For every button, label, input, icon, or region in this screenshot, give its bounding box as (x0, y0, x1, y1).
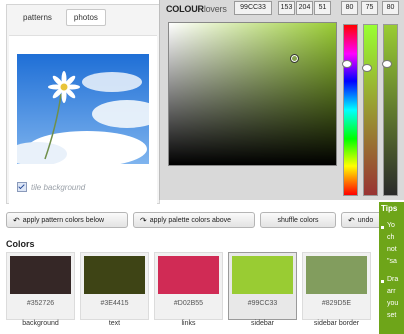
tip-line: not (387, 246, 397, 253)
tip-line: you (387, 300, 399, 307)
swatch-label: sidebar (251, 320, 274, 327)
tile-background-label: tile background (31, 182, 86, 192)
tip-line: ch (387, 234, 395, 241)
tip-line: arr (387, 288, 396, 295)
bullet-icon (381, 226, 384, 229)
swatch-hex: #3E4415 (100, 300, 129, 307)
swatch-hex: #829D5E (321, 300, 352, 307)
tab-bar: patterns photos (15, 9, 106, 26)
tip-line: Yo (387, 222, 395, 229)
swatch-labels: background text links sidebar sidebar bo… (6, 320, 371, 327)
swatch-hex: #99CC33 (247, 300, 278, 307)
action-buttons: ↶ apply pattern colors below ↷ apply pal… (6, 212, 385, 228)
saturation-value-square[interactable] (168, 22, 337, 166)
background-panel: patterns photos tile background (6, 4, 160, 206)
swatch-label: text (108, 320, 121, 327)
tips-title: Tips (381, 204, 398, 213)
swatch-sidebar-border[interactable]: #829D5E (302, 252, 371, 320)
tile-background-checkbox[interactable] (17, 182, 27, 192)
swatch-label: background (22, 320, 59, 327)
saturation-slider-handle[interactable] (362, 64, 372, 72)
swatch-sidebar[interactable]: #99CC33 (228, 252, 297, 320)
tab-photos[interactable]: photos (65, 9, 106, 26)
tip-line: Dra (387, 276, 399, 283)
tip-line: "sa (387, 258, 397, 265)
swatch-links[interactable]: #D02B55 (154, 252, 223, 320)
swatch-color (158, 256, 219, 294)
hue-slider[interactable] (343, 24, 358, 196)
saturation-field[interactable]: 75 (361, 1, 378, 15)
curved-arrow-icon: ↷ (140, 215, 147, 225)
swatch-hex: #D02B55 (173, 300, 204, 307)
colourlovers-logo: COLOURlovers (166, 4, 227, 14)
photo-preview-box: tile background (9, 35, 157, 206)
tab-patterns[interactable]: patterns (15, 9, 60, 26)
tip-line: set (387, 312, 397, 319)
swatch-hex: #352726 (26, 300, 55, 307)
saturation-slider[interactable] (363, 24, 378, 196)
hue-field[interactable]: 80 (341, 1, 358, 15)
swatch-label: sidebar border (313, 320, 360, 327)
color-swatches: #352726 #3E4415 #D02B55 #99CC33 #829D5E (6, 252, 371, 320)
tile-background-option[interactable]: tile background (17, 182, 85, 192)
bullet-icon (381, 280, 384, 283)
shuffle-colors-button[interactable]: shuffle colors (260, 212, 336, 228)
hex-field[interactable]: 99CC33 (234, 1, 272, 15)
apply-palette-colors-button[interactable]: ↷ apply palette colors above (133, 212, 255, 228)
color-cursor[interactable] (290, 54, 299, 63)
colors-heading: Colors (6, 239, 35, 249)
swatch-color (10, 256, 71, 294)
hue-slider-handle[interactable] (342, 60, 352, 68)
green-field[interactable]: 204 (296, 1, 313, 15)
swatch-background[interactable]: #352726 (6, 252, 75, 320)
brightness-slider[interactable] (383, 24, 398, 196)
swatch-color (84, 256, 145, 294)
blue-field[interactable]: 51 (314, 1, 331, 15)
brightness-slider-handle[interactable] (382, 60, 392, 68)
colour-picker: COLOURlovers 99CC33 153 204 51 80 75 80 (159, 0, 404, 200)
value-field[interactable]: 80 (382, 1, 399, 15)
daisy-sky-photo[interactable] (17, 54, 149, 164)
swatch-label: links (181, 320, 196, 327)
undo-arrow-icon: ↶ (348, 215, 355, 225)
red-field[interactable]: 153 (278, 1, 295, 15)
apply-pattern-colors-button[interactable]: ↶ apply pattern colors below (6, 212, 128, 228)
swatch-color (232, 256, 293, 294)
tips-panel: Tips Yo ch not "sa Dra arr you set (379, 202, 404, 334)
curved-arrow-icon: ↶ (13, 215, 20, 225)
swatch-text[interactable]: #3E4415 (80, 252, 149, 320)
swatch-color (306, 256, 367, 294)
